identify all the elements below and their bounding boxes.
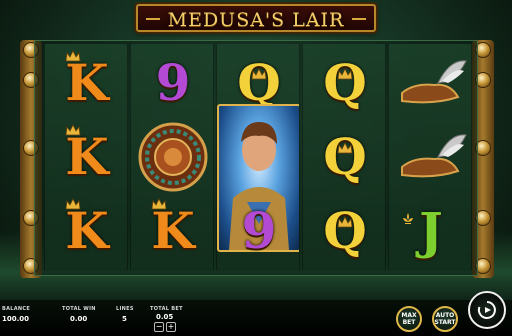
symbol-k: K [65,201,109,260]
symbol-q: Q [323,53,367,112]
symbol-k: K [65,127,109,186]
title-plate: MEDUSA'S LAIR [136,4,376,32]
total-bet-value: 0.05 [156,313,174,321]
symbol-k: K [151,201,195,260]
crown-icon [65,198,81,210]
medallion-icon [138,122,208,192]
reel-4: Q Q Q [302,44,386,270]
lines-label: LINES [116,306,134,312]
title-ornament-right [352,18,366,20]
crown-icon [337,142,353,154]
crown-icon [65,50,81,62]
reel-5: J [388,44,472,270]
symbol-cell: K [45,120,127,194]
max-bet-button[interactable]: MAX BET [396,306,422,332]
spin-button[interactable] [468,291,506,329]
symbol-cell [389,46,471,120]
total-win-value: 0.00 [70,315,88,323]
bet-increase-button[interactable]: + [166,322,176,332]
symbol-cell: 9 [217,194,299,268]
reel-3: Q 9 [216,44,300,270]
symbol-9: 9 [241,201,277,260]
symbol-q: Q [237,53,281,112]
winged-sandal-icon [401,134,467,178]
reel-1: K K K [44,44,128,270]
reel-2: 9 K [130,44,214,270]
symbol-cell: K [45,46,127,120]
symbol-cell [389,120,471,194]
symbol-cell [131,120,213,194]
symbol-9: 9 [155,53,191,112]
lines-value: 5 [122,315,127,323]
symbol-q: Q [323,127,367,186]
bet-decrease-button[interactable]: − [154,322,164,332]
symbol-k: K [65,53,109,112]
crown-icon [65,124,81,136]
symbol-cell: J [389,194,471,268]
game-title: MEDUSA'S LAIR [167,9,345,31]
auto-start-label: AUTO START [434,312,456,326]
balance-label: BALANCE [2,306,31,312]
symbol-j: J [419,201,443,260]
crown-icon [337,68,353,80]
crown-icon [251,68,267,80]
symbol-q: Q [323,201,367,260]
symbol-cell: Q [303,194,385,268]
symbol-cell: Q [303,46,385,120]
total-bet-label: TOTAL BET [150,306,183,312]
symbol-cell: Q [303,120,385,194]
winged-sandal-icon [401,60,467,104]
crown-icon [151,198,167,210]
spin-icon [477,301,496,319]
balance-value: 100.00 [2,315,30,323]
crown-icon [337,216,353,228]
total-win-label: TOTAL WIN [62,306,96,312]
fleur-de-lis-icon [403,213,413,224]
symbol-cell: K [131,194,213,268]
symbol-cell: K [45,194,127,268]
max-bet-label: MAX BET [401,312,417,326]
auto-start-button[interactable]: AUTO START [432,306,458,332]
symbol-cell: 9 [131,46,213,120]
